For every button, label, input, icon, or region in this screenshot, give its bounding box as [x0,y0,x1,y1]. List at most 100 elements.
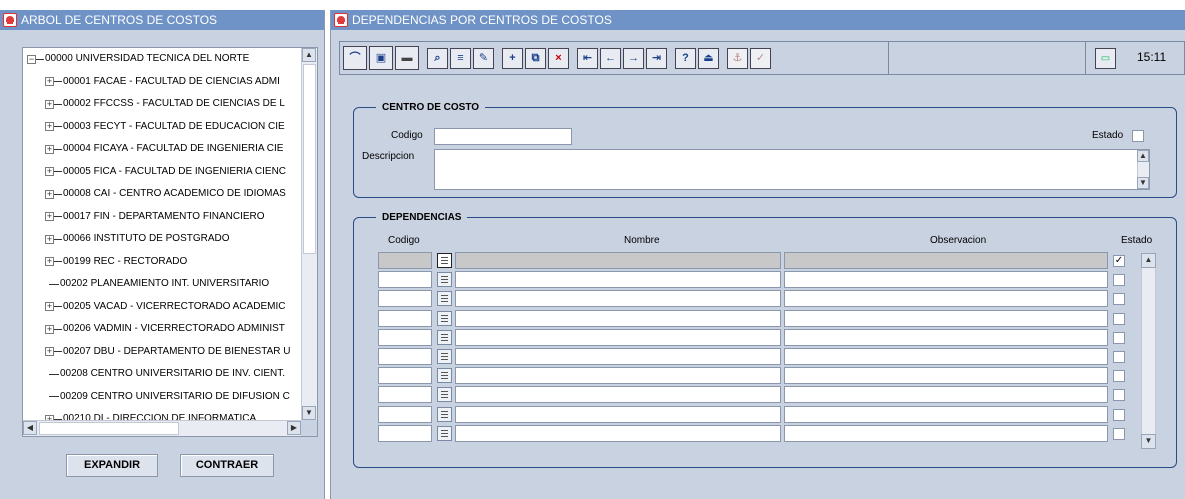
observacion-cell[interactable] [784,348,1108,365]
tree-item[interactable]: +00001 FACAE - FACULTAD DE CIENCIAS ADMI [23,71,301,94]
descripcion-textarea[interactable] [434,149,1150,190]
tree-item[interactable]: +00066 INSTITUTO DE POSTGRADO [23,228,301,251]
scroll-down-arrow-icon[interactable]: ▼ [302,406,316,420]
expand-toggle-icon[interactable]: + [45,257,54,267]
codigo-cell[interactable] [378,405,432,423]
estado-checkbox[interactable] [1113,389,1125,402]
codigo-cell[interactable] [378,367,432,385]
nombre-cell[interactable] [455,367,781,385]
observacion-cell[interactable] [784,252,1108,269]
observacion-cell[interactable] [784,309,1108,327]
grid-scrollbar[interactable]: ▲ ▼ [1141,253,1156,449]
observacion-cell[interactable] [784,405,1108,423]
expand-toggle-icon[interactable]: + [45,167,54,177]
estado-checkbox[interactable] [1113,351,1125,363]
estado-checkbox[interactable] [1113,331,1125,344]
estado-checkbox[interactable] [1113,408,1125,421]
list-of-values-icon[interactable] [437,425,452,441]
nombre-cell[interactable] [455,405,781,423]
scroll-left-arrow-icon[interactable]: ◀ [23,421,37,435]
tree-vertical-scroll-thumb[interactable] [303,64,316,254]
expand-toggle-icon[interactable]: + [45,212,54,222]
expand-toggle-icon[interactable]: + [45,189,54,199]
previous-record-icon[interactable]: ← [600,47,621,69]
list-of-values-icon[interactable] [437,349,452,364]
tree-horizontal-scrollbar[interactable]: ◀ ▶ [23,420,301,436]
tree-item[interactable]: +00008 CAI - CENTRO ACADEMICO DE IDIOMAS [23,183,301,206]
list-of-values-icon[interactable] [437,272,452,288]
expand-toggle-icon[interactable]: + [45,99,54,109]
expand-toggle-icon[interactable]: + [45,324,54,334]
tree-item[interactable]: +00205 VACAD - VICERRECTORADO ACADEMIC [23,296,301,319]
codigo-cell[interactable] [378,290,432,308]
estado-checkbox[interactable] [1113,370,1125,383]
tree-item[interactable]: 00208 CENTRO UNIVERSITARIO DE INV. CIENT… [23,363,301,386]
collapse-button[interactable]: CONTRAER [180,454,274,477]
estado-checkbox[interactable] [1113,293,1125,306]
search-icon[interactable]: ⌕ [427,47,448,69]
nombre-cell[interactable] [455,424,781,442]
check-icon[interactable]: ✓ [750,47,771,69]
expand-toggle-icon[interactable]: + [45,347,54,357]
help-icon[interactable]: ? [675,47,696,69]
print-icon[interactable]: ▬ [395,46,419,70]
expand-toggle-icon[interactable]: + [45,77,54,87]
edit-icon[interactable]: ✎ [473,47,494,69]
codigo-input[interactable] [434,128,572,145]
insert-record-icon[interactable]: + [502,47,523,69]
first-record-icon[interactable]: ⇤ [577,47,598,69]
scroll-down-arrow-icon[interactable]: ▼ [1137,177,1149,189]
tree-horizontal-scroll-thumb[interactable] [39,422,179,435]
nombre-cell[interactable] [455,271,781,289]
observacion-cell[interactable] [784,271,1108,289]
scroll-up-arrow-icon[interactable]: ▲ [1137,150,1149,162]
list-of-values-icon[interactable] [437,291,452,307]
scroll-down-arrow-icon[interactable]: ▼ [1141,434,1156,449]
list-of-values-icon[interactable] [437,406,452,422]
tree-vertical-scrollbar[interactable]: ▲ ▼ [301,48,317,420]
next-record-icon[interactable]: → [623,47,644,69]
estado-checkbox[interactable]: ✓ [1113,255,1125,267]
tree-item[interactable]: +00199 REC - RECTORADO [23,251,301,274]
scroll-right-arrow-icon[interactable]: ▶ [287,421,301,435]
codigo-cell[interactable] [378,271,432,289]
tree-item[interactable]: 00202 PLANEAMIENTO INT. UNIVERSITARIO [23,273,301,296]
estado-checkbox[interactable] [1113,427,1125,440]
tree-item[interactable]: +00207 DBU - DEPARTAMENTO DE BIENESTAR U [23,341,301,364]
tree-item[interactable]: +00017 FIN - DEPARTAMENTO FINANCIERO [23,206,301,229]
codigo-cell[interactable] [378,328,432,346]
expand-button[interactable]: EXPANDIR [66,454,158,477]
nombre-cell[interactable] [455,290,781,308]
observacion-cell[interactable] [784,328,1108,346]
list-of-values-icon[interactable] [437,368,452,384]
estado-checkbox[interactable] [1132,130,1144,142]
list-icon[interactable]: ≡ [450,47,471,69]
delete-record-icon[interactable]: × [548,47,569,69]
tree-item[interactable]: +00206 VADMIN - VICERRECTORADO ADMINIST [23,318,301,341]
codigo-cell[interactable] [378,252,432,269]
tree-root-item[interactable]: − 00000 UNIVERSIDAD TECNICA DEL NORTE [23,48,301,71]
nombre-cell[interactable] [455,348,781,365]
codigo-cell[interactable] [378,348,432,365]
anchor-icon[interactable]: ⚓ [727,47,748,69]
estado-checkbox[interactable] [1113,274,1125,287]
observacion-cell[interactable] [784,290,1108,308]
list-of-values-icon[interactable] [437,253,452,268]
exit-icon[interactable]: ⏏ [698,47,719,69]
broom-icon[interactable]: ⌒ [343,46,367,70]
cost-center-tree[interactable]: − 00000 UNIVERSIDAD TECNICA DEL NORTE +0… [22,47,318,437]
expand-toggle-icon[interactable]: + [45,302,54,312]
scroll-up-arrow-icon[interactable]: ▲ [1141,253,1156,268]
collapse-toggle-icon[interactable]: − [27,54,36,64]
expand-toggle-icon[interactable]: + [45,234,54,244]
list-of-values-icon[interactable] [437,310,452,326]
expand-toggle-icon[interactable]: + [45,144,54,154]
nombre-cell[interactable] [455,252,781,269]
observacion-cell[interactable] [784,367,1108,385]
tree-item[interactable]: +00210 DI - DIRECCION DE INFORMATICA [23,408,301,420]
nombre-cell[interactable] [455,309,781,327]
last-record-icon[interactable]: ⇥ [646,47,667,69]
list-of-values-icon[interactable] [437,329,452,345]
tree-item[interactable]: +00002 FFCCSS - FACULTAD DE CIENCIAS DE … [23,93,301,116]
dependencies-window-titlebar[interactable]: DEPENDENCIAS POR CENTROS DE COSTOS [331,10,1185,30]
